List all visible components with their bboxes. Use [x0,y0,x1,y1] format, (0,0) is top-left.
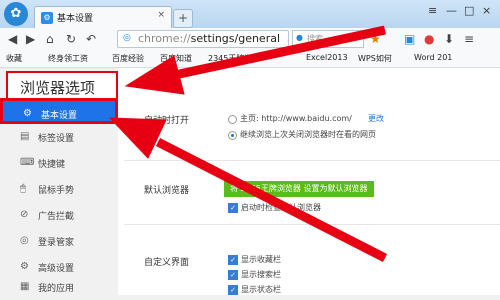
settings-main: 启动时打开 主页: http://www.baidu.com/ 更改 继续浏览上… [118,68,500,295]
search-engine-icon: ● [296,33,303,42]
settings-sidebar: 浏览器选项 ⚙ 基本设置 ▤ 标签设置 ⌨ 快捷键 🖱 鼠标手势 ⊘ 广告拦截 … [0,68,118,295]
forward-icon[interactable]: ▶ [26,32,35,46]
bookmark-item[interactable]: 百度知道 [160,53,192,64]
set-default-browser-button[interactable]: 将 2345王牌浏览器 设置为默认浏览器 [224,181,374,197]
menu-list-icon[interactable]: ≡ [464,32,474,46]
app-icon[interactable]: ● [424,32,434,46]
keyboard-icon: ⌨ [20,157,35,168]
tab-basic-settings[interactable]: ⚙ 基本设置 × [34,6,172,29]
sidebar-item-label: 高级设置 [38,264,75,274]
sidebar-item-label: 我的应用 [38,284,75,294]
search-input[interactable]: ● 搜索 [292,30,364,48]
sidebar-item-ad-block[interactable]: ⊘ 广告拦截 [0,202,118,228]
divider [124,224,500,225]
check-default-text: 启动时检查默认浏览器 [241,203,321,212]
show-search-checkbox[interactable]: ✓ [228,270,238,280]
settings-tab-icon: ⚙ [41,12,53,24]
address-bar[interactable]: ◎ chrome://settings/general [117,30,289,48]
mouse-icon: 🖱 [20,183,26,194]
minimize-button[interactable]: — [446,4,457,17]
bookmark-item[interactable]: 百度经验 [112,53,144,64]
toolbar: ◀ ▶ ⌂ ↻ ↶ ◎ chrome://settings/general ● … [0,28,500,51]
search-placeholder: 搜索 [307,34,323,43]
tabs-icon: ▤ [20,131,30,142]
default-browser-label: 默认浏览器 [144,186,190,196]
sidebar-item-apps[interactable]: ▦ 我的应用 [0,274,118,300]
address-prefix: chrome:// [138,32,191,45]
close-window-button[interactable]: × [482,4,491,17]
title-bar: ✿ ⚙ 基本设置 × + ≡ — □ × [0,0,500,29]
maximize-button[interactable]: □ [464,4,474,17]
show-status-checkbox[interactable]: ✓ [228,285,238,295]
sidebar-item-label: 登录管家 [38,238,75,248]
startup-homepage-radio[interactable] [228,115,237,124]
divider [124,160,500,161]
download-icon[interactable]: ⬇ [444,32,454,46]
gear-icon: ⚙ [23,108,32,119]
extension-icon[interactable]: ▣ [404,32,415,46]
star-icon[interactable]: ★ [370,32,381,46]
bookmark-item[interactable]: Word 201 [414,53,452,62]
bookmark-item[interactable]: 终身领工资 [48,53,88,64]
change-homepage-link[interactable]: 更改 [368,113,384,124]
undo-icon[interactable]: ↶ [86,32,96,46]
sidebar-item-label: 快捷键 [38,160,66,170]
startup-label: 启动时打开 [144,116,190,126]
new-tab-button[interactable]: + [173,9,193,28]
sidebar-item-label: 鼠标手势 [38,186,75,196]
sidebar-item-label: 广告拦截 [38,212,75,222]
block-icon: ⊘ [20,209,29,220]
bookmark-item[interactable]: WPS如何 [358,53,392,64]
show-search-text: 显示搜索栏 [241,270,281,279]
show-status-text: 显示状态栏 [241,285,281,294]
sidebar-item-mouse-gestures[interactable]: 🖱 鼠标手势 [0,176,118,202]
sidebar-item-label: 标签设置 [38,134,75,144]
check-default-checkbox[interactable]: ✓ [228,203,238,213]
home-icon[interactable]: ⌂ [46,32,54,46]
tab-label: 基本设置 [57,14,94,24]
browser-logo: ✿ [4,2,28,26]
login-icon: ◎ [20,235,29,246]
sidebar-item-tabs[interactable]: ▤ 标签设置 [0,124,118,150]
apps-icon: ▦ [20,281,30,292]
sidebar-item-basic[interactable]: ⚙ 基本设置 [0,98,118,124]
settings-page: 浏览器选项 ⚙ 基本设置 ▤ 标签设置 ⌨ 快捷键 🖱 鼠标手势 ⊘ 广告拦截 … [0,68,500,295]
refresh-icon[interactable]: ↻ [66,32,76,46]
back-icon[interactable]: ◀ [8,32,17,46]
show-bookmarks-text: 显示收藏栏 [241,255,281,264]
bookmark-item[interactable]: Excel2013 [306,53,348,62]
sidebar-item-label: 基本设置 [41,111,78,121]
tab-close-button[interactable]: × [157,10,165,20]
startup-continue-text: 继续浏览上次关闭浏览器时在看的网页 [240,130,376,139]
settings-icon: ⚙ [20,261,29,272]
sidebar-item-login[interactable]: ◎ 登录管家 [0,228,118,254]
bookmarks-bar: 收藏 终身领工资 百度经验 百度知道 2345王牌浏览器 Excel2013 W… [0,50,500,68]
bookmark-item[interactable]: 2345王牌浏览器 [208,53,252,64]
startup-continue-radio[interactable] [228,131,237,140]
address-path: settings/general [190,32,281,45]
startup-homepage-text: 主页: http://www.baidu.com/ [240,114,352,123]
custom-ui-label: 自定义界面 [144,258,190,268]
page-icon: ◎ [123,33,131,43]
sidebar-item-shortcuts[interactable]: ⌨ 快捷键 [0,150,118,176]
bookmark-item[interactable]: 收藏 [6,53,22,64]
show-bookmarks-checkbox[interactable]: ✓ [228,255,238,265]
menu-icon[interactable]: ≡ [428,4,437,17]
